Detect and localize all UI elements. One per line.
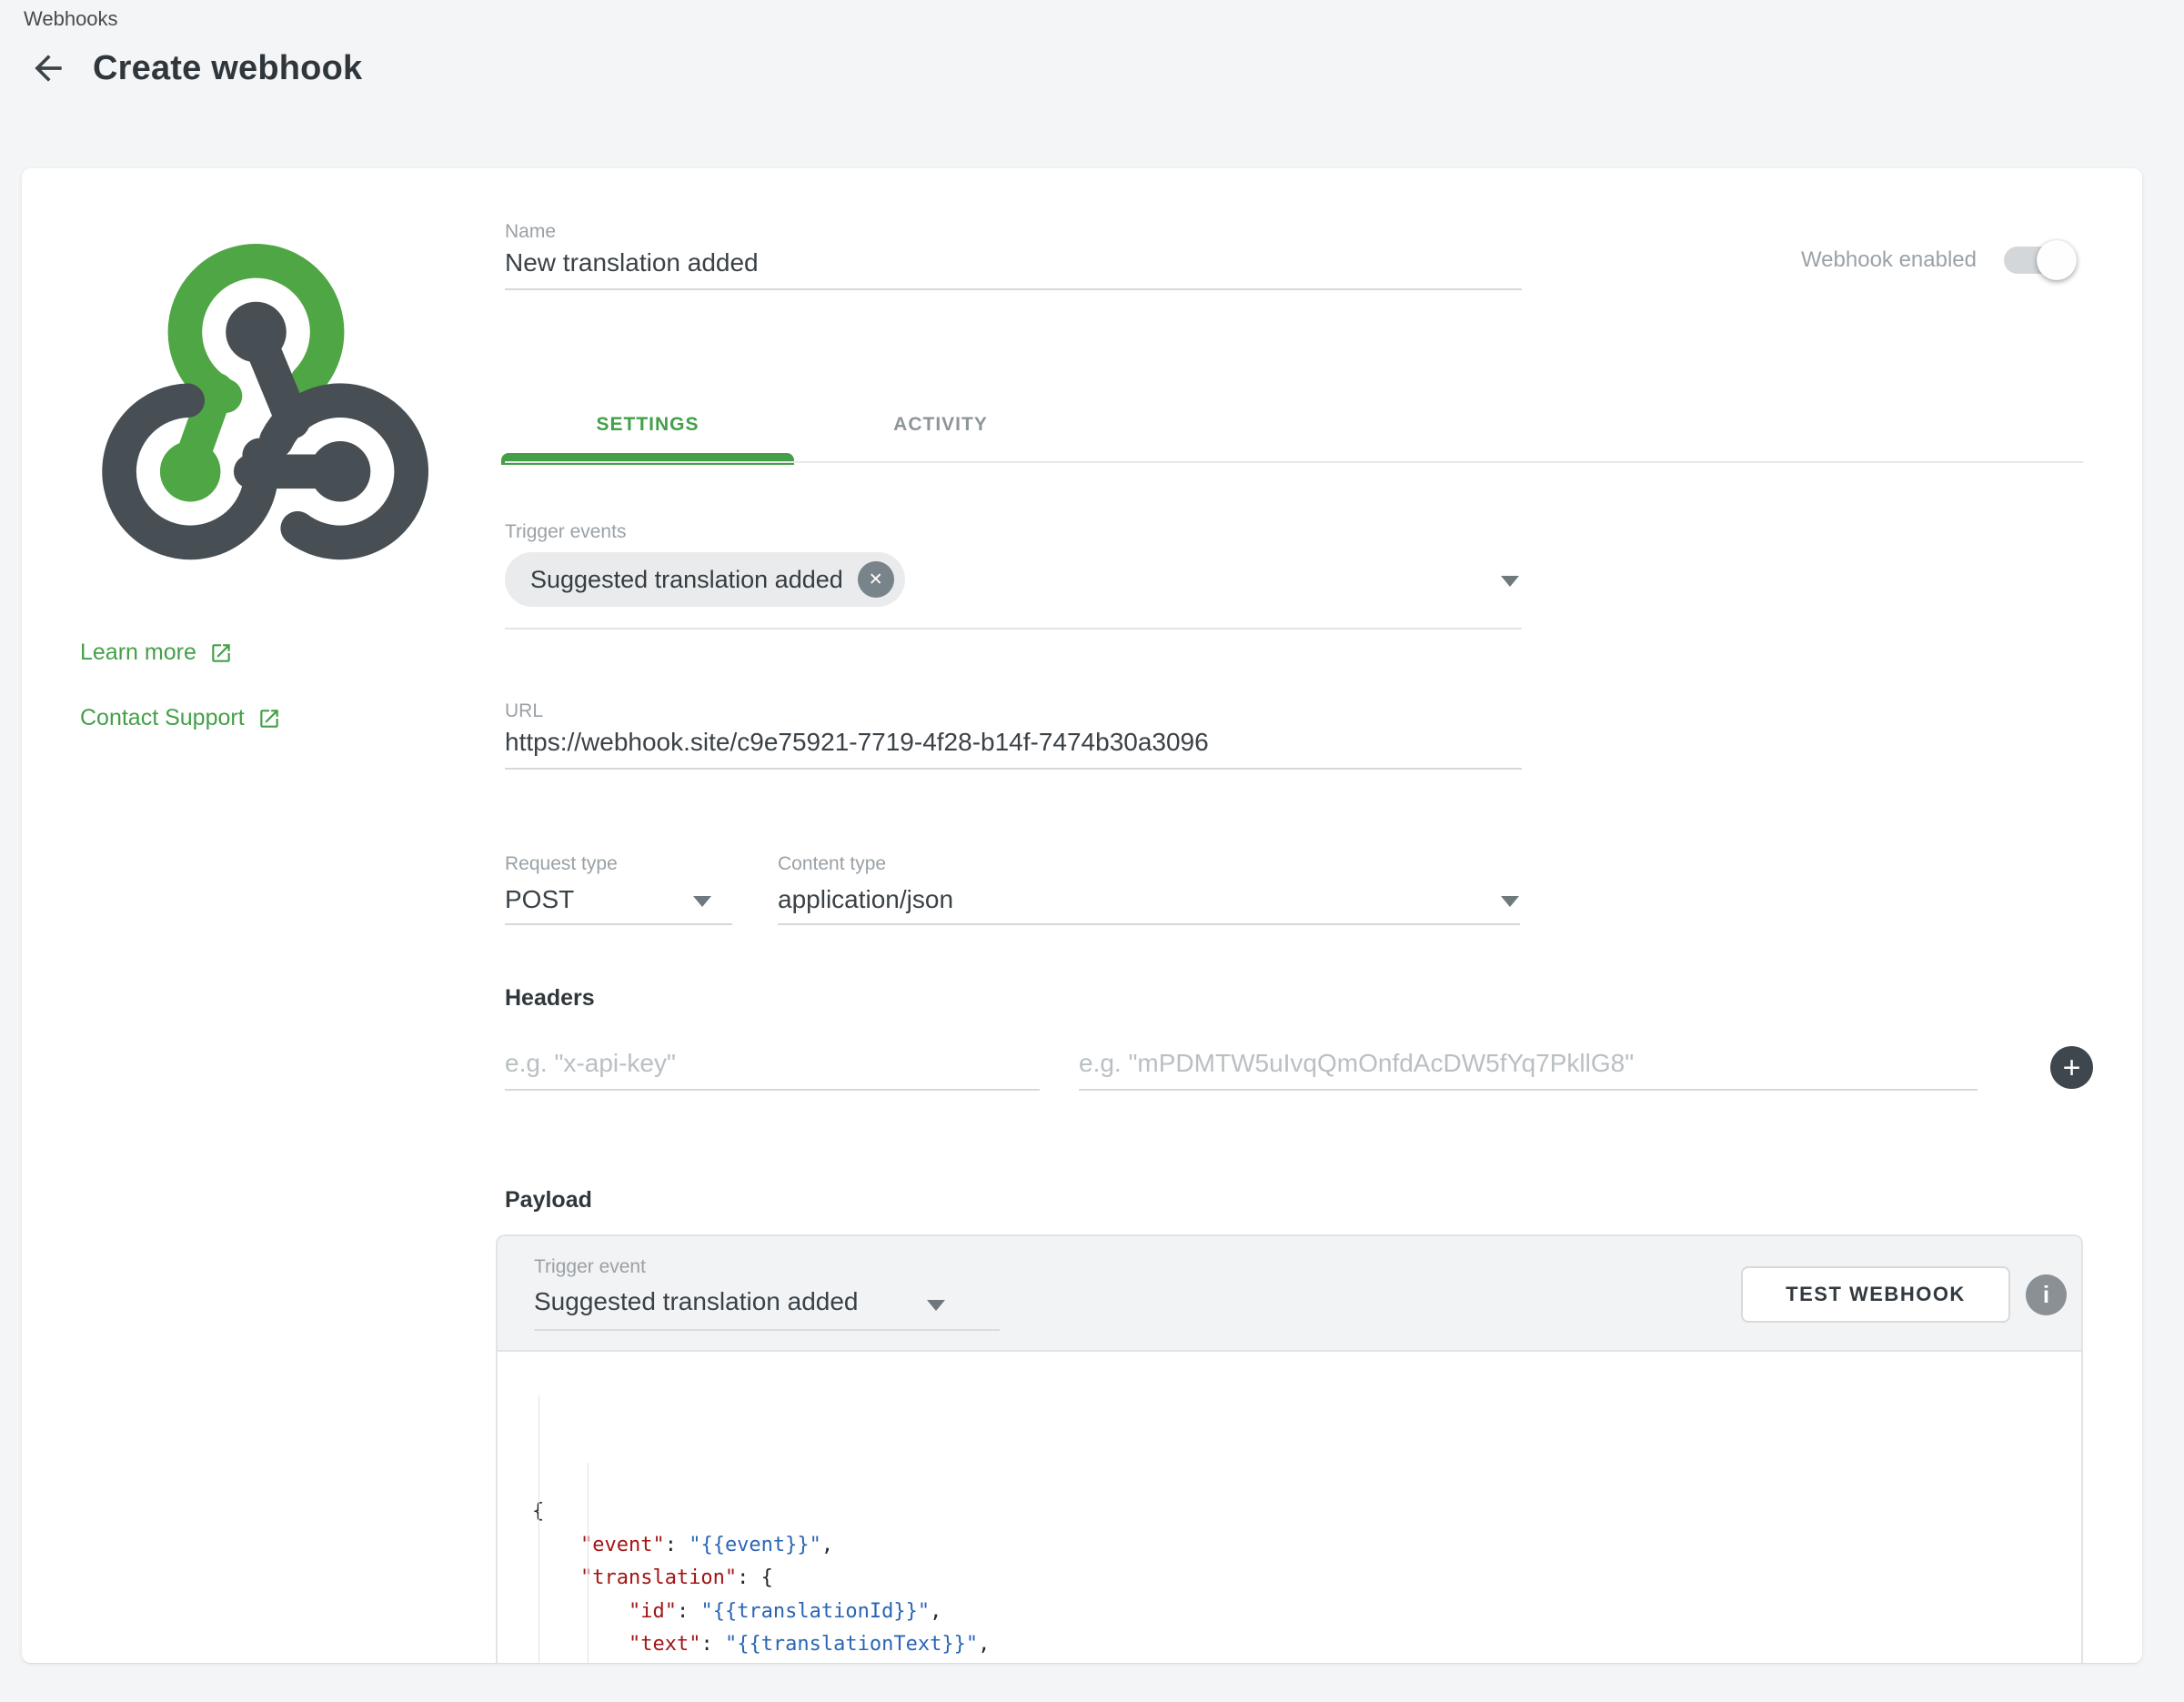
- breadcrumb[interactable]: Webhooks: [24, 7, 118, 31]
- info-icon[interactable]: i: [2026, 1274, 2067, 1315]
- code-line: "translation": {: [532, 1562, 2081, 1596]
- content-type-dropdown-icon[interactable]: [1501, 896, 1519, 907]
- request-type-dropdown-icon[interactable]: [693, 896, 711, 907]
- learn-more-label: Learn more: [80, 640, 196, 666]
- back-arrow-icon[interactable]: [27, 47, 69, 89]
- code-line: {: [532, 1496, 2081, 1529]
- chip-remove-icon[interactable]: ✕: [858, 561, 894, 598]
- test-webhook-button[interactable]: TEST WEBHOOK: [1741, 1266, 2010, 1323]
- trigger-events-underline: [505, 628, 1522, 629]
- tab-activity[interactable]: ACTIVITY: [794, 387, 1087, 463]
- content-type-underline: [778, 923, 1520, 925]
- request-type-label: Request type: [505, 853, 618, 875]
- tab-activity-label: ACTIVITY: [893, 414, 988, 436]
- tab-bar: SETTINGS ACTIVITY: [501, 387, 1087, 463]
- toggle-thumb: [2037, 240, 2077, 280]
- url-input[interactable]: [505, 728, 1522, 770]
- add-header-button[interactable]: +: [2050, 1046, 2093, 1089]
- indent-guide: [588, 1463, 589, 1663]
- code-line: "event": "{{event}}",: [532, 1529, 2081, 1563]
- name-label: Name: [505, 221, 556, 243]
- trigger-events-dropdown-icon[interactable]: [1501, 576, 1519, 587]
- payload-trigger-event-dropdown-icon[interactable]: [927, 1300, 945, 1311]
- active-tab-indicator: [501, 453, 794, 465]
- page-title: Create webhook: [93, 49, 362, 88]
- tab-settings[interactable]: SETTINGS: [501, 387, 794, 463]
- code-line: "id": "{{translationId}}",: [532, 1596, 2081, 1629]
- content-type-select[interactable]: application/json: [778, 885, 953, 914]
- payload-panel: Trigger event Suggested translation adde…: [496, 1234, 2083, 1663]
- external-link-icon: [257, 707, 281, 730]
- webhook-logo-icon: [72, 221, 440, 576]
- payload-title: Payload: [505, 1187, 592, 1214]
- payload-panel-header: Trigger event Suggested translation adde…: [498, 1236, 2081, 1352]
- external-link-icon: [209, 641, 233, 665]
- header-value-input[interactable]: [1079, 1049, 1978, 1091]
- headers-title: Headers: [505, 985, 595, 1012]
- name-input[interactable]: [505, 248, 1522, 290]
- tabs-divider: [505, 461, 2083, 463]
- trigger-events-label: Trigger events: [505, 521, 626, 543]
- payload-code[interactable]: { "event": "{{event}}", "translation": {…: [498, 1352, 2081, 1663]
- indent-guide: [538, 1395, 539, 1663]
- chip-label: Suggested translation added: [530, 566, 843, 594]
- payload-trigger-event-select[interactable]: Suggested translation added: [534, 1287, 859, 1316]
- header-key-input[interactable]: [505, 1049, 1040, 1091]
- contact-support-link[interactable]: Contact Support: [80, 705, 281, 731]
- code-line: "text": "{{translationText}}",: [532, 1628, 2081, 1662]
- payload-trigger-event-underline: [534, 1329, 1000, 1331]
- webhook-enabled-toggle[interactable]: [2004, 247, 2073, 274]
- learn-more-link[interactable]: Learn more: [80, 640, 233, 666]
- tab-settings-label: SETTINGS: [596, 414, 699, 436]
- code-line: "pluralCategoryName": "{{translationPlur…: [532, 1662, 2081, 1664]
- webhook-enabled-label: Webhook enabled: [1801, 247, 1977, 273]
- contact-support-label: Contact Support: [80, 705, 245, 731]
- page-header: Create webhook: [27, 47, 362, 89]
- payload-trigger-event-label: Trigger event: [534, 1256, 646, 1278]
- webhook-enabled-row: Webhook enabled: [1801, 247, 2073, 274]
- request-type-underline: [505, 923, 732, 925]
- trigger-event-chip[interactable]: Suggested translation added ✕: [505, 552, 905, 607]
- content-type-label: Content type: [778, 853, 886, 875]
- url-label: URL: [505, 700, 543, 722]
- request-type-select[interactable]: POST: [505, 885, 574, 914]
- webhook-card: Learn more Contact Support Name Webhook …: [22, 168, 2142, 1663]
